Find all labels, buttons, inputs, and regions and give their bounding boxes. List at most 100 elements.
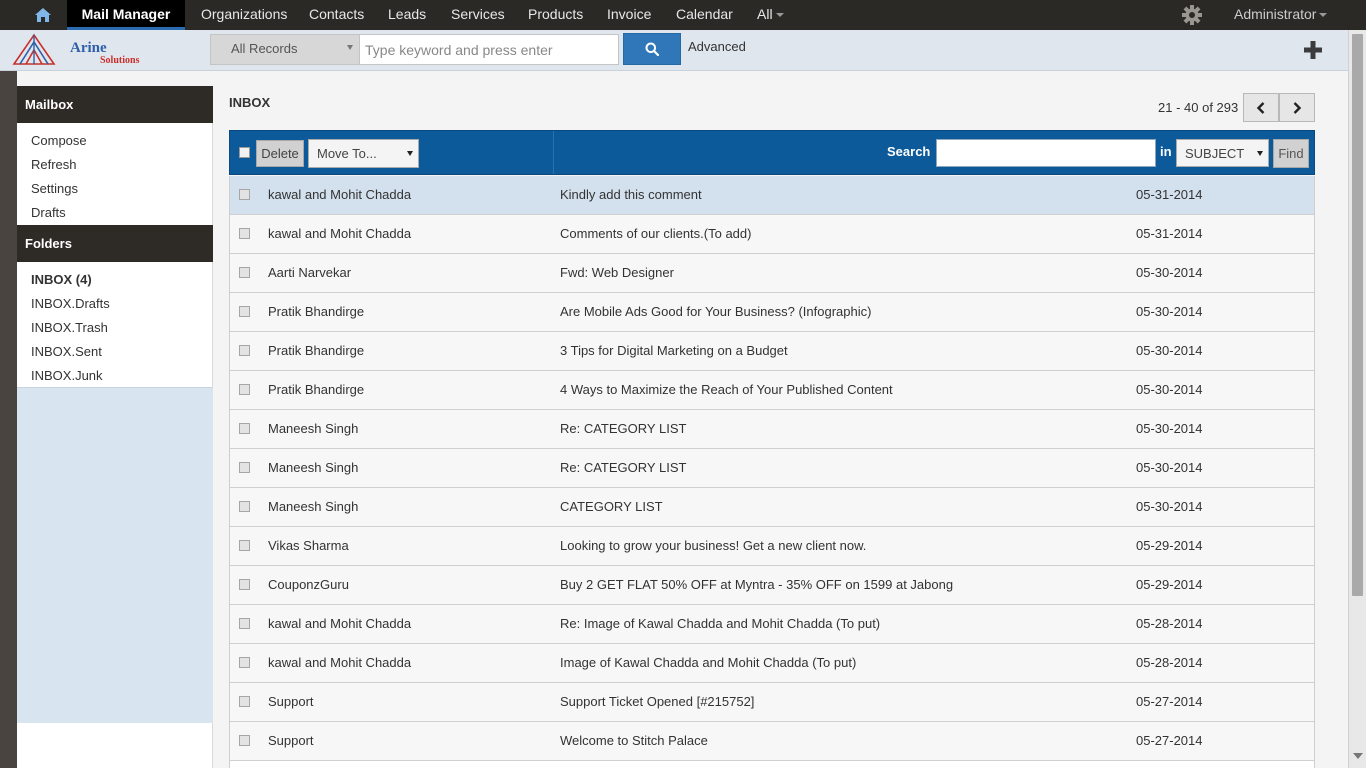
message-row[interactable]: Vikas Sharma Looking to grow your busines…	[230, 527, 1314, 566]
message-row[interactable]: Maneesh Singh Re: CATEGORY LIST 05-30-2014	[230, 410, 1314, 449]
nav-calendar[interactable]: Calendar	[676, 0, 733, 30]
message-sender[interactable]: Aarti Narvekar	[268, 265, 351, 280]
sidebar-item-compose[interactable]: Compose	[31, 133, 87, 148]
message-sender[interactable]: Maneesh Singh	[268, 499, 358, 514]
nav-organizations[interactable]: Organizations	[201, 0, 287, 30]
delete-button[interactable]: Delete	[256, 140, 304, 167]
message-sender[interactable]: Vikas Sharma	[268, 538, 349, 553]
message-subject[interactable]: Looking to grow your business! Get a new…	[560, 538, 866, 553]
nav-contacts[interactable]: Contacts	[309, 0, 364, 30]
folder-inbox[interactable]: INBOX (4)	[31, 272, 92, 287]
page-scrollbar[interactable]	[1348, 30, 1366, 768]
nav-services[interactable]: Services	[451, 0, 505, 30]
scrollbar-thumb[interactable]	[1352, 34, 1363, 596]
message-row[interactable]: Maneesh Singh CATEGORY LIST 05-30-2014	[230, 488, 1314, 527]
message-row[interactable]: Pratik Bhandirge Are Mobile Ads Good for …	[230, 293, 1314, 332]
gear-icon[interactable]	[1181, 4, 1203, 26]
message-sender[interactable]: Pratik Bhandirge	[268, 382, 364, 397]
message-sender[interactable]: Support	[268, 733, 314, 748]
message-sender[interactable]: Maneesh Singh	[268, 421, 358, 436]
message-subject[interactable]: Re: CATEGORY LIST	[560, 460, 686, 475]
message-checkbox[interactable]	[239, 345, 250, 356]
advanced-search-link[interactable]: Advanced	[688, 39, 746, 54]
move-to-select[interactable]: Move To...	[308, 139, 419, 168]
message-row[interactable]: Pratik Bhandirge 4 Ways to Maximize the R…	[230, 371, 1314, 410]
search-button[interactable]	[623, 33, 681, 65]
home-icon[interactable]	[30, 2, 56, 28]
message-row[interactable]: kawal and Mohit Chadda Kindly add this co…	[230, 176, 1314, 215]
nav-invoice[interactable]: Invoice	[607, 0, 651, 30]
message-sender[interactable]: Maneesh Singh	[268, 460, 358, 475]
message-checkbox[interactable]	[239, 696, 250, 707]
message-sender[interactable]: kawal and Mohit Chadda	[268, 655, 411, 670]
message-subject[interactable]: Fwd: Web Designer	[560, 265, 674, 280]
message-subject[interactable]: Are Mobile Ads Good for Your Business? (…	[560, 304, 871, 319]
mail-search-input[interactable]	[936, 139, 1156, 167]
sidebar-item-settings[interactable]: Settings	[31, 181, 78, 196]
plus-icon[interactable]	[1302, 39, 1324, 61]
message-checkbox[interactable]	[239, 618, 250, 629]
message-checkbox[interactable]	[239, 501, 250, 512]
message-checkbox[interactable]	[239, 462, 250, 473]
message-sender[interactable]: kawal and Mohit Chadda	[268, 616, 411, 631]
mail-toolbar: Delete Move To... Search in SUBJECT Find	[229, 130, 1315, 175]
scroll-down-arrow-icon[interactable]	[1353, 753, 1363, 759]
message-sender[interactable]: kawal and Mohit Chadda	[268, 226, 411, 241]
message-subject[interactable]: 4 Ways to Maximize the Reach of Your Pub…	[560, 382, 893, 397]
message-checkbox[interactable]	[239, 579, 250, 590]
message-checkbox[interactable]	[239, 267, 250, 278]
message-checkbox[interactable]	[239, 423, 250, 434]
message-row[interactable]: Support Welcome to Stitch Palace 05-27-201…	[230, 722, 1314, 761]
records-filter-select[interactable]: All Records	[210, 34, 360, 65]
folder-inbox-sent[interactable]: INBOX.Sent	[31, 344, 102, 359]
find-button[interactable]: Find	[1273, 139, 1309, 168]
message-subject[interactable]: Support Ticket Opened [#215752]	[560, 694, 754, 709]
nav-leads[interactable]: Leads	[388, 0, 426, 30]
message-subject[interactable]: Image of Kawal Chadda and Mohit Chadda (…	[560, 655, 856, 670]
nav-mail-manager[interactable]: Mail Manager	[67, 0, 185, 30]
nav-products[interactable]: Products	[528, 0, 583, 30]
user-menu[interactable]: Administrator	[1234, 0, 1328, 30]
message-sender[interactable]: Support	[268, 694, 314, 709]
folder-inbox-trash[interactable]: INBOX.Trash	[31, 320, 108, 335]
nav-all[interactable]: All	[757, 0, 784, 30]
message-row[interactable]: Support Support Ticket Opened [#215752] 05…	[230, 683, 1314, 722]
next-page-button[interactable]	[1279, 93, 1315, 122]
message-checkbox[interactable]	[239, 306, 250, 317]
message-checkbox[interactable]	[239, 228, 250, 239]
message-checkbox[interactable]	[239, 735, 250, 746]
keyword-search-input[interactable]	[359, 34, 619, 65]
message-checkbox[interactable]	[239, 657, 250, 668]
message-checkbox[interactable]	[239, 189, 250, 200]
message-subject[interactable]: Welcome to Stitch Palace	[560, 733, 708, 748]
message-subject[interactable]: 3 Tips for Digital Marketing on a Budget	[560, 343, 788, 358]
select-all-checkbox[interactable]	[239, 147, 250, 158]
message-checkbox[interactable]	[239, 384, 250, 395]
message-row[interactable]: kawal and Mohit Chadda Re: Image of Kawal…	[230, 605, 1314, 644]
message-row[interactable]: Maneesh Singh Re: CATEGORY LIST 05-30-2014	[230, 449, 1314, 488]
nav-all-label: All	[757, 6, 773, 22]
search-field-select[interactable]: SUBJECT	[1176, 139, 1269, 167]
message-sender[interactable]: Pratik Bhandirge	[268, 343, 364, 358]
sidebar-item-refresh[interactable]: Refresh	[31, 157, 77, 172]
folder-inbox-junk[interactable]: INBOX.Junk	[31, 368, 103, 383]
message-row[interactable]: Aarti Narvekar Fwd: Web Designer 05-30-201…	[230, 254, 1314, 293]
message-row[interactable]: kawal and Mohit Chadda Comments of our cl…	[230, 215, 1314, 254]
sidebar-item-drafts[interactable]: Drafts	[31, 205, 66, 220]
folder-inbox-drafts[interactable]: INBOX.Drafts	[31, 296, 110, 311]
message-subject[interactable]: Comments of our clients.(To add)	[560, 226, 751, 241]
message-row[interactable]: CouponzGuru Buy 2 GET FLAT 50% OFF at Myn…	[230, 566, 1314, 605]
message-sender[interactable]: Pratik Bhandirge	[268, 304, 364, 319]
message-subject[interactable]: Buy 2 GET FLAT 50% OFF at Myntra - 35% O…	[560, 577, 953, 592]
message-sender[interactable]: kawal and Mohit Chadda	[268, 187, 411, 202]
message-row[interactable]: kawal and Mohit Chadda Image of Kawal Cha…	[230, 644, 1314, 683]
message-row[interactable]: Pratik Bhandirge 3 Tips for Digital Marke…	[230, 332, 1314, 371]
company-logo[interactable]: Arine Solutions	[12, 33, 172, 67]
message-checkbox[interactable]	[239, 540, 250, 551]
message-subject[interactable]: Kindly add this comment	[560, 187, 702, 202]
previous-page-button[interactable]	[1243, 93, 1279, 122]
message-subject[interactable]: Re: Image of Kawal Chadda and Mohit Chad…	[560, 616, 880, 631]
message-sender[interactable]: CouponzGuru	[268, 577, 349, 592]
message-subject[interactable]: Re: CATEGORY LIST	[560, 421, 686, 436]
message-subject[interactable]: CATEGORY LIST	[560, 499, 663, 514]
